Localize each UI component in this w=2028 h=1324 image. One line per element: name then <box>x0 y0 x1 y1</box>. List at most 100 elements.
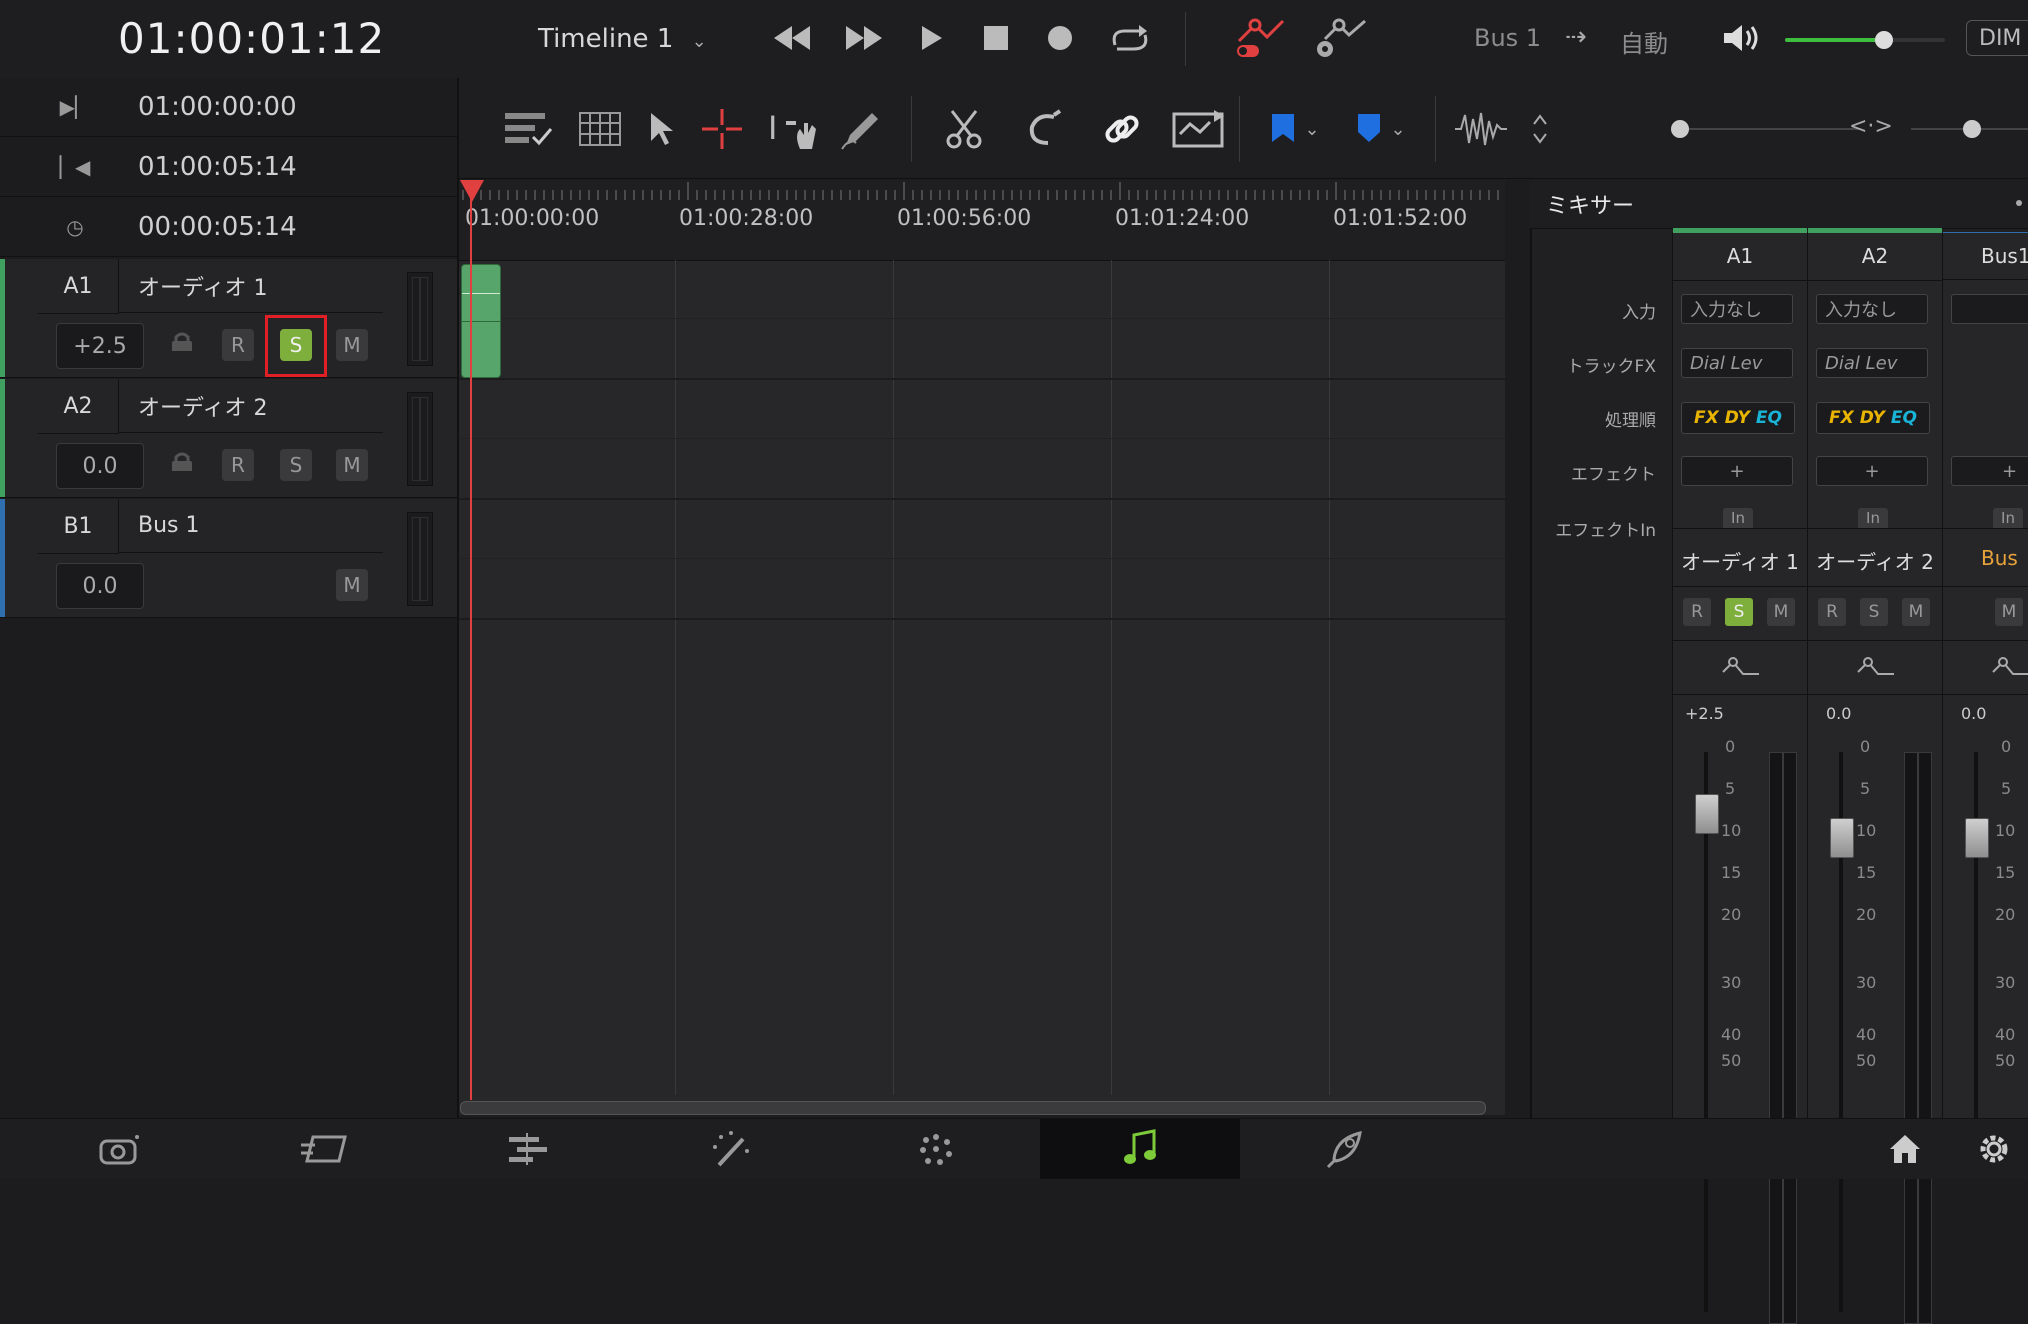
fairlight-page-button[interactable] <box>1040 1119 1240 1179</box>
automation-toggle-button[interactable] <box>1232 14 1292 62</box>
edit-tool-button[interactable]: I <box>763 106 823 152</box>
automation-settings-button[interactable] <box>1310 14 1370 62</box>
slider-knob[interactable] <box>1671 120 1689 138</box>
timeline-area[interactable] <box>459 180 1505 1115</box>
add-effect-button[interactable]: + <box>1816 456 1928 486</box>
audio-clip[interactable] <box>461 264 501 378</box>
speaker-button[interactable] <box>1720 18 1764 58</box>
timeline-selector[interactable]: Timeline 1 ⌄ <box>538 24 707 54</box>
horizontal-zoom-slider[interactable] <box>1911 120 2028 138</box>
pan-curve-icon[interactable] <box>1719 654 1763 684</box>
record-arm-button[interactable]: R <box>1683 598 1711 626</box>
track-fx-slot[interactable]: Dial Lev <box>1816 348 1928 378</box>
settings-button[interactable] <box>1960 1119 2028 1179</box>
mute-button[interactable]: M <box>1902 598 1930 626</box>
channel-volume[interactable]: 0.0 <box>1826 704 1851 723</box>
out-point-timecode[interactable]: 01:00:05:14 <box>138 152 297 182</box>
fusion-page-button[interactable] <box>632 1119 832 1179</box>
playhead-handle[interactable] <box>460 180 484 202</box>
mute-button[interactable]: M <box>336 449 368 481</box>
input-selector[interactable] <box>1951 294 2028 324</box>
pan-curve-icon[interactable] <box>1854 654 1898 684</box>
range-tool-button[interactable] <box>697 106 747 152</box>
volume-knob[interactable] <box>1875 31 1894 49</box>
effects-in-button[interactable]: In <box>1858 508 1888 528</box>
track-a2[interactable]: A2 オーディオ 2 0.0 R S M <box>0 379 457 498</box>
track-b1[interactable]: B1 Bus 1 0.0 M <box>0 499 457 618</box>
add-effect-button[interactable]: + <box>1681 456 1793 486</box>
track-name[interactable]: オーディオ 2 <box>118 379 383 433</box>
lock-icon[interactable] <box>170 331 194 351</box>
snapping-button[interactable] <box>1019 106 1069 152</box>
mute-button[interactable]: M <box>1767 598 1795 626</box>
cut-page-button[interactable] <box>224 1119 424 1179</box>
track-index-button[interactable] <box>503 106 553 152</box>
input-selector[interactable]: 入力なし <box>1681 294 1793 324</box>
razor-button[interactable] <box>939 106 989 152</box>
track-name[interactable]: オーディオ 1 <box>118 259 383 313</box>
slider-knob[interactable] <box>1963 120 1981 138</box>
mute-button[interactable]: M <box>336 569 368 601</box>
record-arm-button[interactable]: R <box>222 329 254 361</box>
effects-in-button[interactable]: In <box>1993 508 2023 528</box>
bus-output-label[interactable]: Bus 1 <box>1474 24 1541 52</box>
flag-button[interactable]: ⌄ <box>1259 106 1329 152</box>
track-fx-slot[interactable]: Dial Lev <box>1681 348 1793 378</box>
auto-scroll-button[interactable] <box>1169 106 1227 152</box>
lock-icon[interactable] <box>170 451 194 471</box>
input-selector[interactable]: 入力なし <box>1816 294 1928 324</box>
edit-page-button[interactable] <box>428 1119 628 1179</box>
track-a1[interactable]: A1 オーディオ 1 +2.5 R S M <box>0 259 457 378</box>
channel-volume[interactable]: +2.5 <box>1685 704 1724 723</box>
solo-button[interactable]: S <box>280 449 312 481</box>
media-page-button[interactable] <box>20 1119 220 1179</box>
selection-tool-button[interactable] <box>637 106 687 152</box>
horizontal-scrollbar[interactable] <box>460 1101 1486 1115</box>
processing-order-button[interactable]: FX DY EQ <box>1816 402 1930 434</box>
channel-name[interactable]: オーディオ 1 <box>1673 546 1807 575</box>
marker-button[interactable]: ⌄ <box>1345 106 1415 152</box>
track-volume[interactable]: 0.0 <box>56 563 144 609</box>
fader-knob[interactable] <box>1830 818 1854 858</box>
fast-forward-button[interactable] <box>842 18 886 58</box>
record-arm-button[interactable]: R <box>222 449 254 481</box>
grid-button[interactable] <box>575 106 625 152</box>
link-button[interactable] <box>1097 106 1147 152</box>
time-ruler[interactable]: 01:00:00:00 01:00:28:00 01:00:56:00 01:0… <box>459 180 1505 261</box>
in-point-timecode[interactable]: 01:00:00:00 <box>138 92 297 122</box>
record-button[interactable] <box>1040 18 1080 58</box>
more-options-icon[interactable] <box>2016 200 2022 206</box>
fader-knob[interactable] <box>1965 818 1989 858</box>
playhead[interactable] <box>470 180 472 1100</box>
home-button[interactable] <box>1860 1119 1950 1179</box>
channel-volume[interactable]: 0.0 <box>1961 704 1986 723</box>
dim-button[interactable]: DIM <box>1966 20 2028 56</box>
stop-button[interactable] <box>976 18 1016 58</box>
rewind-button[interactable] <box>770 18 814 58</box>
solo-button[interactable]: S <box>1725 598 1753 626</box>
duration-timecode[interactable]: 00:00:05:14 <box>138 212 297 242</box>
pencil-tool-button[interactable] <box>837 106 887 152</box>
deliver-page-button[interactable] <box>1244 1119 1444 1179</box>
effects-in-button[interactable]: In <box>1723 508 1753 528</box>
track-volume[interactable]: 0.0 <box>56 443 144 489</box>
solo-button[interactable]: S <box>1860 598 1888 626</box>
add-effect-button[interactable]: + <box>1951 456 2028 486</box>
track-name[interactable]: Bus 1 <box>118 499 383 553</box>
waveform-zoom-button[interactable] <box>1451 106 1511 152</box>
channel-name[interactable]: Bus <box>1943 546 2028 570</box>
play-button[interactable] <box>912 18 952 58</box>
loop-button[interactable] <box>1106 16 1152 60</box>
mute-button[interactable]: M <box>1995 598 2023 626</box>
pan-curve-icon[interactable] <box>1989 654 2028 684</box>
channel-name[interactable]: オーディオ 2 <box>1808 546 1942 575</box>
mute-button[interactable]: M <box>336 329 368 361</box>
monitor-volume-slider[interactable] <box>1785 31 1945 49</box>
processing-order-button[interactable]: FX DY EQ <box>1681 402 1795 434</box>
vertical-zoom-slider[interactable] <box>1671 120 1861 138</box>
automation-mode[interactable]: 自動 <box>1620 24 1668 59</box>
record-arm-button[interactable]: R <box>1818 598 1846 626</box>
track-volume[interactable]: +2.5 <box>56 323 144 369</box>
fader-knob[interactable] <box>1695 794 1719 834</box>
color-page-button[interactable] <box>836 1119 1036 1179</box>
